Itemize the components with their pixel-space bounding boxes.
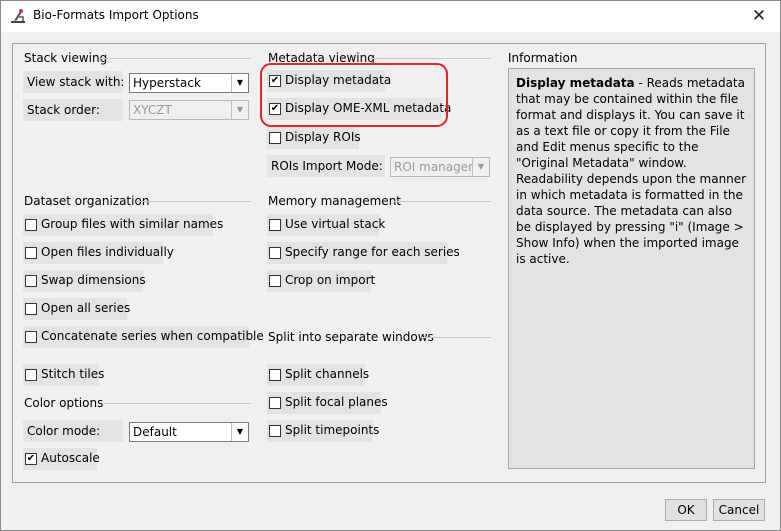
display-rois-label: Display ROIs [285, 130, 361, 144]
stitch-tiles-label: Stitch tiles [41, 367, 105, 381]
stitch-tiles-check[interactable] [25, 369, 37, 381]
split-focal-label: Split focal planes [285, 395, 388, 409]
color-mode-label: Color mode: [23, 420, 123, 442]
color-options-separator [104, 403, 251, 404]
chevron-down-icon: ▼ [231, 423, 248, 441]
rois-mode-value: ROI manager [394, 160, 474, 174]
chevron-down-icon: ▼ [231, 74, 248, 92]
view-stack-value: Hyperstack [133, 76, 201, 90]
stack-viewing-separator [99, 58, 251, 59]
stack-order-value: XYCZT [133, 103, 172, 117]
specify-range-check[interactable] [269, 247, 281, 259]
close-icon[interactable]: ✕ [748, 5, 770, 27]
autoscale-check[interactable]: ✔ [25, 453, 37, 465]
virtual-stack-check[interactable] [269, 219, 281, 231]
information-text-area: Display metadata - Reads metadata that m… [508, 68, 755, 469]
split-channels-label: Split channels [285, 367, 370, 381]
concatenate-label: Concatenate series when compatible [41, 329, 264, 343]
stack-order-select[interactable]: XYCZT ▼ [129, 100, 249, 120]
information-title: Information [508, 51, 578, 65]
chevron-down-icon: ▼ [231, 101, 248, 119]
split-timepoints-label: Split timepoints [285, 423, 380, 437]
information-heading: Display metadata [516, 76, 635, 90]
open-individually-label: Open files individually [41, 245, 174, 259]
rois-mode-label: ROIs Import Mode: [267, 155, 385, 177]
chevron-down-icon: ▼ [472, 158, 489, 176]
open-individually-check[interactable] [25, 247, 37, 259]
swap-dimensions-check[interactable] [25, 275, 37, 287]
rois-mode-select[interactable]: ROI manager ▼ [390, 157, 490, 177]
color-mode-value: Default [133, 425, 177, 439]
color-options-title: Color options [24, 396, 104, 410]
microscope-icon [10, 8, 26, 24]
split-windows-separator [421, 337, 491, 338]
window-title: Bio-Formats Import Options [33, 8, 199, 22]
split-windows-title: Split into separate windows [268, 330, 434, 344]
split-focal-check[interactable] [269, 397, 281, 409]
cancel-button[interactable]: Cancel [713, 499, 765, 521]
display-rois-check[interactable] [269, 132, 281, 144]
dataset-organization-separator [137, 201, 251, 202]
view-stack-label: View stack with: [23, 71, 124, 93]
specify-range-label: Specify range for each series [285, 245, 460, 259]
crop-on-import-label: Crop on import [285, 273, 376, 287]
view-stack-select[interactable]: Hyperstack ▼ [129, 73, 249, 93]
group-files-label: Group files with similar names [41, 217, 224, 231]
dataset-organization-title: Dataset organization [24, 194, 150, 208]
memory-management-title: Memory management [268, 194, 402, 208]
ok-button[interactable]: OK [665, 499, 707, 521]
title-bar[interactable]: Bio-Formats Import Options ✕ [1, 1, 780, 32]
memory-management-separator [393, 201, 491, 202]
concatenate-check[interactable] [25, 331, 37, 343]
split-timepoints-check[interactable] [269, 425, 281, 437]
virtual-stack-label: Use virtual stack [285, 217, 386, 231]
crop-on-import-check[interactable] [269, 275, 281, 287]
open-all-series-label: Open all series [41, 301, 131, 315]
swap-dimensions-label: Swap dimensions [41, 273, 146, 287]
stack-order-label: Stack order: [23, 99, 123, 121]
open-all-series-check[interactable] [25, 303, 37, 315]
metadata-viewing-separator [369, 58, 491, 59]
split-channels-check[interactable] [269, 369, 281, 381]
dialog-window: Bio-Formats Import Options ✕ Stack viewi… [0, 0, 781, 531]
stack-viewing-title: Stack viewing [24, 51, 108, 65]
color-mode-select[interactable]: Default ▼ [129, 422, 249, 442]
autoscale-label: Autoscale [41, 451, 100, 465]
information-body: - Reads metadata that may be contained w… [516, 76, 747, 266]
group-files-check[interactable] [25, 219, 37, 231]
highlight-annotation [260, 63, 448, 127]
